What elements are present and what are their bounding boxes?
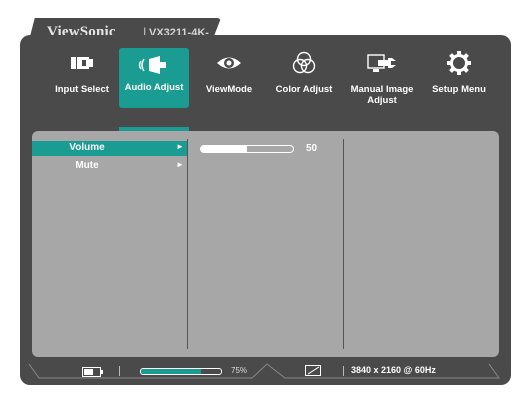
input-select-icon bbox=[71, 57, 93, 69]
manual-image-adjust-icon bbox=[367, 54, 396, 72]
divider bbox=[119, 366, 120, 376]
brightness-progress bbox=[140, 368, 222, 375]
submenu-label: Volume bbox=[69, 142, 105, 153]
nav-input-select[interactable]: Input Select bbox=[53, 48, 111, 124]
nav-label: Color Adjust bbox=[275, 84, 333, 95]
resolution-text: 3840 x 2160 @ 60Hz bbox=[351, 365, 436, 375]
brightness-progress-fill bbox=[141, 369, 201, 374]
arrow-right-icon: ► bbox=[176, 160, 184, 169]
brightness-percent: 75% bbox=[231, 366, 248, 375]
gear-icon bbox=[447, 51, 471, 75]
content-panel: Volume ► Mute ► 50 bbox=[32, 131, 499, 357]
nav-setup-menu[interactable]: Setup Menu bbox=[424, 48, 494, 124]
aspect-ratio-icon bbox=[305, 365, 321, 376]
submenu-item-mute[interactable]: Mute ► bbox=[32, 159, 187, 174]
submenu-item-volume[interactable]: Volume ► bbox=[32, 141, 187, 156]
arrow-right-icon: ► bbox=[176, 142, 184, 151]
divider bbox=[343, 366, 344, 376]
submenu-label: Mute bbox=[75, 160, 99, 171]
status-bar: 75% 3840 x 2160 @ 60Hz bbox=[27, 363, 500, 379]
battery-icon bbox=[82, 367, 103, 377]
volume-value: 50 bbox=[306, 143, 318, 154]
volume-slider[interactable] bbox=[200, 145, 294, 153]
volume-slider-fill bbox=[201, 146, 247, 152]
nav-label: ViewMode bbox=[205, 84, 253, 95]
main-nav: Input Select Audio Adjust ViewMode Color… bbox=[20, 35, 511, 135]
nav-color-adjust[interactable]: Color Adjust bbox=[270, 48, 338, 124]
nav-viewmode[interactable]: ViewMode bbox=[198, 48, 260, 124]
column-divider bbox=[187, 139, 188, 349]
nav-label: Setup Menu bbox=[432, 84, 486, 95]
color-adjust-icon bbox=[292, 51, 316, 74]
column-divider bbox=[343, 139, 344, 349]
osd-menu: Input Select Audio Adjust ViewMode Color… bbox=[20, 35, 511, 385]
nav-audio-adjust[interactable]: Audio Adjust bbox=[119, 48, 189, 108]
nav-label: Input Select bbox=[55, 84, 109, 95]
nav-manual-image-adjust[interactable]: Manual Image Adjust bbox=[346, 48, 418, 124]
nav-label: Manual Image Adjust bbox=[350, 84, 414, 106]
eye-icon bbox=[217, 57, 241, 69]
audio-adjust-icon bbox=[138, 56, 166, 74]
nav-label: Audio Adjust bbox=[124, 82, 184, 93]
